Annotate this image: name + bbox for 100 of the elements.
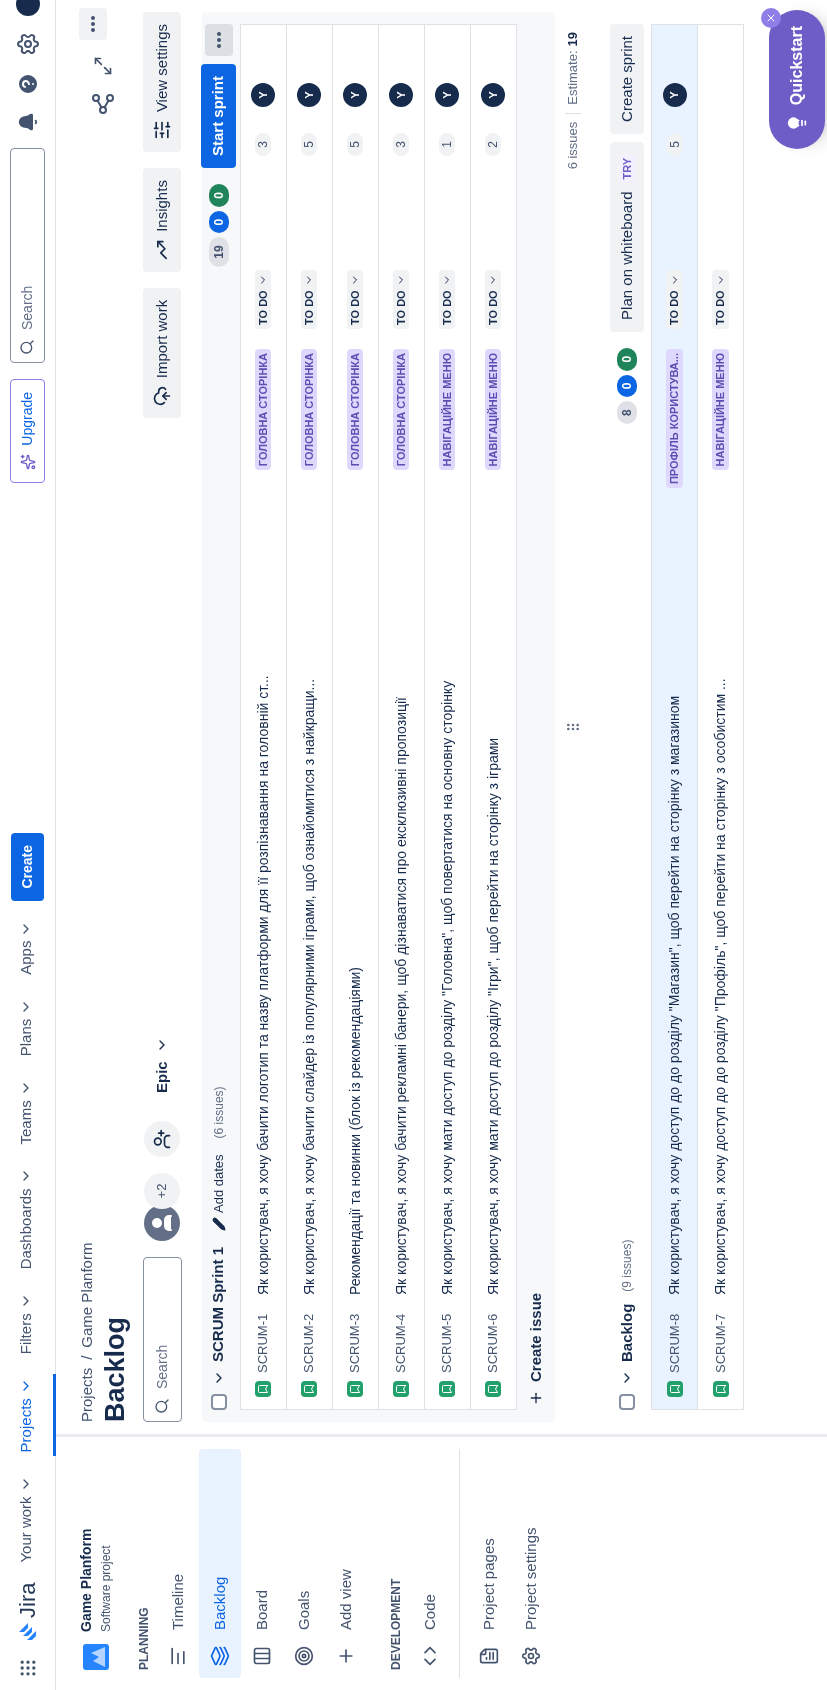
assignee-avatar[interactable]: Y xyxy=(251,83,275,107)
assignee-avatar[interactable]: Y xyxy=(343,83,367,107)
status-dropdown[interactable]: TO DO xyxy=(438,270,456,329)
issue-key[interactable]: SCRUM-5 xyxy=(437,1303,457,1373)
issue-summary[interactable]: Як користувач, я хочу доступ до до розділу "Профіль", щоб перейти на сторінку з особистим ... xyxy=(710,492,731,1295)
issue-key[interactable]: SCRUM-8 xyxy=(664,1303,685,1373)
sidebar-item[interactable]: Goals xyxy=(283,1449,325,1678)
epic-lozenge[interactable]: ПРОФІЛЬ КОРИСТУВА... xyxy=(666,349,683,489)
nav-tab[interactable]: Dashboards xyxy=(0,1164,56,1274)
assignee-avatar[interactable]: Y xyxy=(662,83,687,107)
epic-lozenge[interactable]: ГОЛОВНА СТОРІНКА xyxy=(300,349,318,471)
estimate-pill: 5 xyxy=(666,133,683,156)
close-button[interactable] xyxy=(761,8,781,28)
sidebar-item[interactable]: Backlog xyxy=(199,1449,241,1678)
toolbar-button[interactable]: Import work xyxy=(142,287,182,419)
assignee-avatar[interactable]: Y xyxy=(435,83,459,107)
search-field[interactable]: Search xyxy=(10,148,45,363)
nav-tab[interactable]: Your work xyxy=(0,1472,56,1567)
issue-key[interactable]: SCRUM-7 xyxy=(710,1303,731,1373)
more-button[interactable] xyxy=(78,8,107,40)
issue-row[interactable]: SCRUM-5 Як користувач, я хочу мати доступ до розділу "Головна", щоб повертатися на основну сторінку НАВІГАЦІЙНЕ МЕНЮ TO DO 1 Y xyxy=(424,25,471,1409)
status-dropdown[interactable]: TO DO xyxy=(392,270,410,329)
status-dropdown[interactable]: TO DO xyxy=(300,270,318,329)
issue-key[interactable]: SCRUM-4 xyxy=(391,1303,411,1373)
issue-summary[interactable]: Як користувач, я хочу бачити слайдер із популярними іграми, щоб ознайомитися з найкращи... xyxy=(298,492,320,1295)
status-dropdown[interactable]: TO DO xyxy=(346,270,364,329)
issue-key[interactable]: SCRUM-1 xyxy=(253,1303,273,1373)
expand-icon[interactable] xyxy=(92,56,113,76)
issue-row[interactable]: SCRUM-4 Як користувач, я хочу бачити рекламні банери, щоб дізнаватися про ексклюзивні пропозиції ГОЛОВНА СТОРІНКА TO DO 3 Y xyxy=(378,25,425,1409)
issue-key[interactable]: SCRUM-3 xyxy=(345,1303,365,1373)
sidebar-item[interactable]: Project settings xyxy=(510,1449,552,1678)
issue-summary[interactable]: Як користувач, я хочу бачити рекламні банери, щоб дізнаватися про ексклюзивні пропозиції xyxy=(390,492,412,1295)
assignee-avatar[interactable]: Y xyxy=(297,83,321,107)
issue-row[interactable]: SCRUM-2 Як користувач, я хочу бачити слайдер із популярними іграми, щоб ознайомитися з найкращи... ГОЛОВНА СТОРІНКА TO DO 5 Y xyxy=(286,25,333,1409)
whiteboard-button[interactable]: Plan on whiteboard TRY xyxy=(609,141,645,332)
quickstart-button[interactable]: Quickstart xyxy=(769,10,825,150)
create-button[interactable]: Create xyxy=(11,832,44,901)
epic-lozenge[interactable]: ГОЛОВНА СТОРІНКА xyxy=(346,349,364,471)
toolbar-icon xyxy=(152,386,172,407)
issue-key[interactable]: SCRUM-6 xyxy=(483,1303,503,1373)
jira-logo-icon xyxy=(17,1622,38,1642)
issue-summary[interactable]: Як користувач, я хочу мати доступ до розділу "Ігри", щоб перейти на сторінку з іграми xyxy=(482,492,504,1295)
issue-row[interactable]: SCRUM-1 Як користувач, я хочу бачити логотип та назву платформи для її розпізнавання на головній ст... ГОЛОВНА СТОРІНКА TO DO 3 Y xyxy=(240,25,287,1409)
epic-filter[interactable]: Epic xyxy=(150,1037,174,1093)
search-field[interactable]: Search xyxy=(142,1257,182,1422)
issue-row[interactable]: SCRUM-6 Як користувач, я хочу мати доступ до розділу "Ігри", щоб перейти на сторінку з іграми НАВІГАЦІЙНЕ МЕНЮ TO DO 2 Y xyxy=(470,25,517,1409)
project-type: Software project xyxy=(98,1544,114,1632)
nav-tab[interactable]: Teams xyxy=(0,1076,56,1149)
sidebar-item[interactable]: Code xyxy=(409,1449,451,1678)
section-heading: DEVELOPMENT xyxy=(388,1577,404,1672)
sidebar-item[interactable]: Board xyxy=(241,1449,283,1678)
status-dropdown[interactable]: TO DO xyxy=(712,270,729,329)
share-icon[interactable] xyxy=(90,92,115,116)
issue-row[interactable]: SCRUM-3 Рекомендації та новинки (блок із рекомендаціями) ГОЛОВНА СТОРІНКА TO DO 5 Y xyxy=(332,25,379,1409)
assignee-avatar[interactable]: Y xyxy=(389,83,413,107)
issue-summary[interactable]: Як користувач, я хочу доступ до до розділу "Магазин", щоб перейти на сторінку з магазином xyxy=(664,492,685,1295)
breadcrumb-link[interactable]: Projects xyxy=(76,1367,99,1422)
story-icon xyxy=(666,1381,683,1397)
issue-summary[interactable]: Як користувач, я хочу бачити логотип та назву платформи для її розпізнавання на головній ст... xyxy=(252,492,274,1295)
epic-lozenge[interactable]: ГОЛОВНА СТОРІНКА xyxy=(392,349,410,471)
more-avatars[interactable]: +2 xyxy=(144,1173,180,1209)
epic-lozenge[interactable]: ГОЛОВНА СТОРІНКА xyxy=(254,349,272,471)
create-sprint-button[interactable]: Create sprint xyxy=(609,24,645,134)
issue-count: (9 issues) xyxy=(619,1239,635,1292)
estimate-total: 19 xyxy=(564,32,582,47)
nav-tab[interactable]: Plans xyxy=(0,994,56,1061)
toolbar-button[interactable]: Insights xyxy=(142,168,182,272)
assignee-avatar[interactable]: Y xyxy=(481,83,505,107)
create-issue-button[interactable]: Create issue xyxy=(524,1288,547,1410)
issue-summary[interactable]: Рекомендації та новинки (блок із рекомендаціями) xyxy=(344,492,366,1295)
settings-icon[interactable] xyxy=(15,32,40,56)
add-people-button[interactable] xyxy=(144,1121,180,1157)
toolbar-button[interactable]: View settings xyxy=(142,12,182,153)
sidebar-item[interactable]: Timeline xyxy=(157,1449,199,1678)
issue-key[interactable]: SCRUM-2 xyxy=(299,1303,319,1373)
status-dropdown[interactable]: TO DO xyxy=(484,270,502,329)
nav-tab[interactable]: Projects xyxy=(0,1374,56,1457)
checkbox[interactable] xyxy=(619,1394,635,1410)
breadcrumb-link[interactable]: Game Planform xyxy=(76,1242,99,1348)
add-dates-link[interactable]: Add dates xyxy=(208,1154,229,1231)
user-avatar[interactable] xyxy=(144,1205,180,1241)
sidebar-item[interactable]: Add view xyxy=(325,1449,367,1678)
start-sprint-button[interactable]: Start sprint xyxy=(201,64,236,168)
story-icon xyxy=(712,1381,729,1397)
app-name[interactable]: Jira xyxy=(11,1582,44,1618)
epic-lozenge[interactable]: НАВІГАЦІЙНЕ МЕНЮ xyxy=(484,349,502,471)
checkbox[interactable] xyxy=(210,1394,227,1410)
project-name[interactable]: Game Planform xyxy=(76,1528,97,1632)
status-dropdown[interactable]: TO DO xyxy=(254,270,272,329)
sidebar-item[interactable]: Project pages xyxy=(468,1449,510,1678)
notifications-icon[interactable] xyxy=(17,112,38,132)
status-dropdown[interactable]: TO DO xyxy=(666,270,683,329)
issue-summary[interactable]: Як користувач, я хочу мати доступ до розділу "Головна", щоб повертатися на основну сторінку xyxy=(436,492,458,1295)
nav-tab[interactable]: Apps xyxy=(0,916,56,979)
epic-lozenge[interactable]: НАВІГАЦІЙНЕ МЕНЮ xyxy=(712,349,729,471)
more-button[interactable] xyxy=(204,24,233,56)
nav-tab[interactable]: Filters xyxy=(0,1289,56,1359)
epic-lozenge[interactable]: НАВІГАЦІЙНЕ МЕНЮ xyxy=(438,349,456,471)
upgrade-button[interactable]: Upgrade xyxy=(10,379,45,483)
issue-row[interactable]: SCRUM-8 Як користувач, я хочу доступ до до розділу "Магазин", щоб перейти на сторінку з магазином ПРОФІЛЬ КОРИСТУВА... TO DO 5 Y xyxy=(652,25,698,1409)
